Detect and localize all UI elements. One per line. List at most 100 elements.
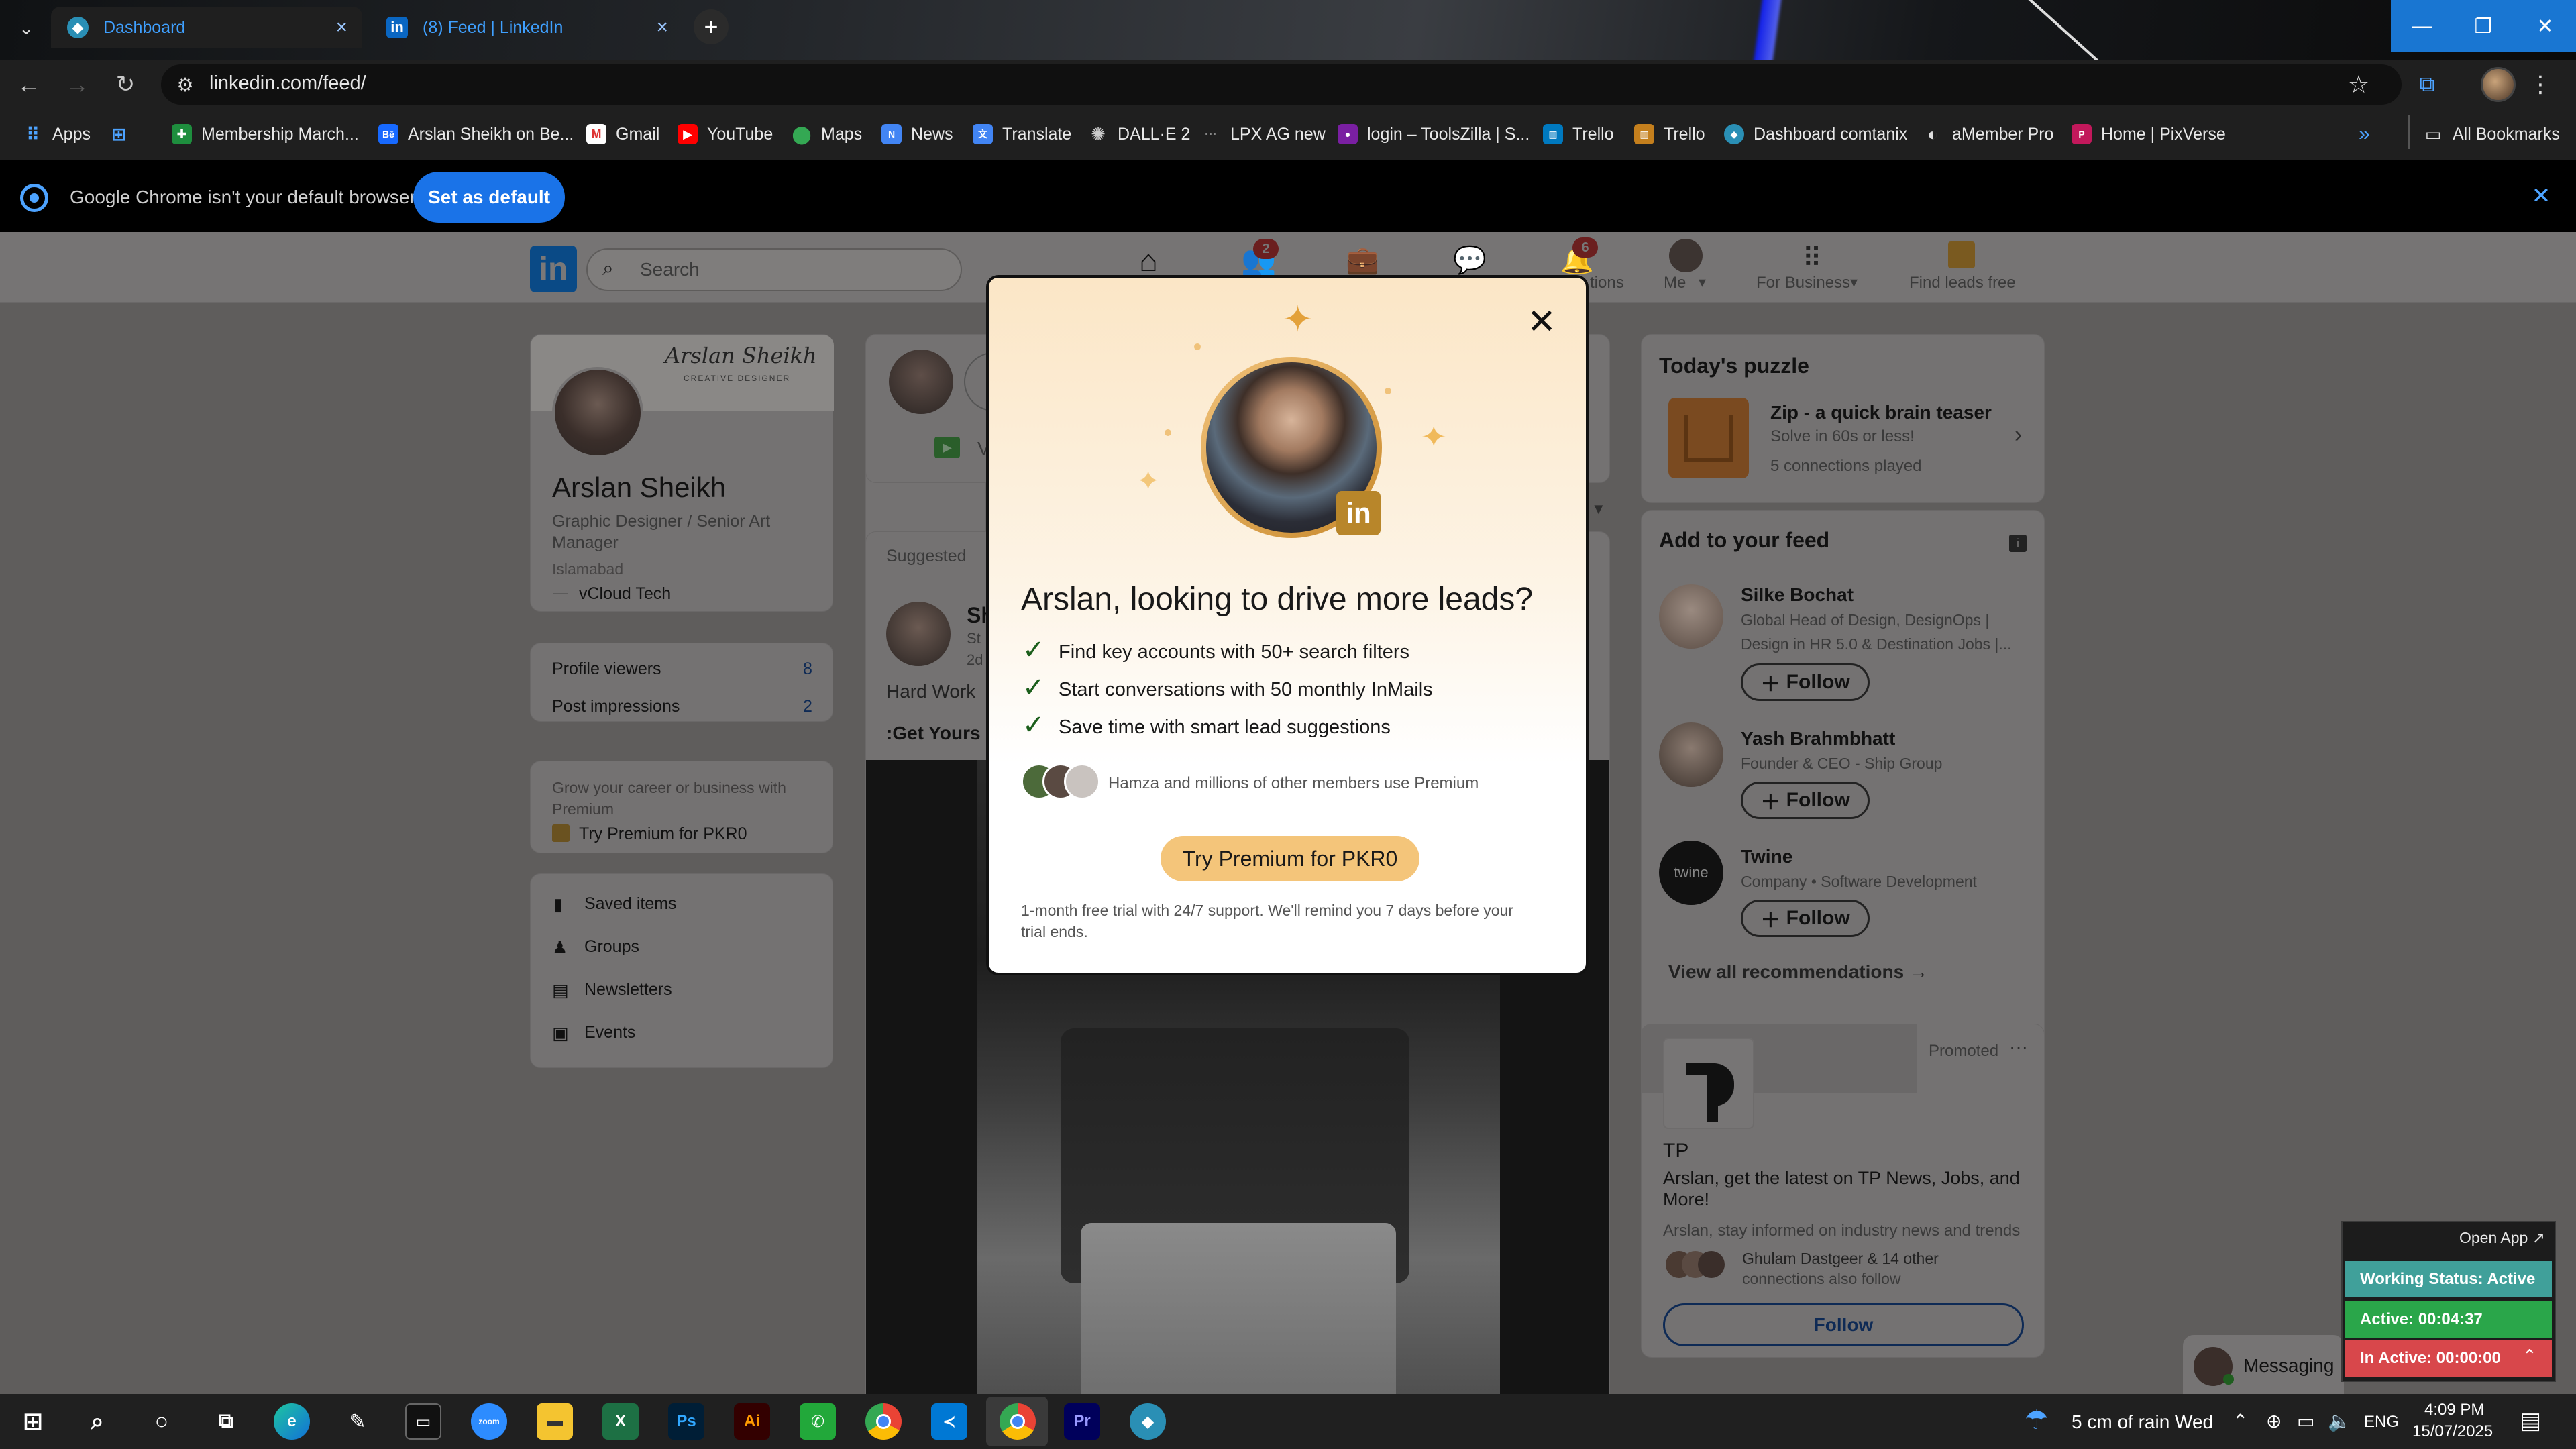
excel-icon[interactable]: X <box>602 1403 639 1440</box>
tp-logo[interactable] <box>1663 1038 1754 1129</box>
tab-search-dropdown-icon[interactable]: ⌄ <box>9 15 43 42</box>
post-impressions-label[interactable]: Post impressions <box>552 697 680 716</box>
task-view-icon[interactable]: ⧉ <box>208 1403 244 1440</box>
groups-link[interactable]: Groups <box>584 937 639 957</box>
chrome-icon[interactable] <box>865 1403 902 1440</box>
open-app-link[interactable]: Open App ↗ <box>2459 1229 2545 1247</box>
notification-center-icon[interactable]: ▤ <box>2520 1407 2541 1434</box>
puzzle-title[interactable]: Zip - a quick brain teaser <box>1770 402 1992 423</box>
site-info-icon[interactable]: ⚙ <box>173 72 197 97</box>
suggestion-name[interactable]: Twine <box>1741 846 1792 867</box>
saved-items-link[interactable]: Saved items <box>584 894 677 914</box>
bookmark-apps[interactable]: ⠿ Apps <box>23 121 91 148</box>
linkedin-logo[interactable]: in <box>530 246 577 292</box>
weather-text[interactable]: 5 cm of rain Wed <box>2072 1411 2213 1433</box>
promo-follow-button[interactable]: Follow <box>1663 1303 2024 1346</box>
set-as-default-button[interactable]: Set as default <box>413 172 565 223</box>
me-avatar[interactable] <box>1669 239 1703 272</box>
home-icon[interactable]: ⌂ <box>1131 243 1166 278</box>
suggestion-avatar[interactable] <box>1659 584 1723 649</box>
close-window-icon[interactable]: ✕ <box>2514 0 2576 52</box>
profile-avatar[interactable] <box>2481 67 2516 102</box>
suggestion-name[interactable]: Silke Bochat <box>1741 584 1854 606</box>
close-modal-icon[interactable]: ✕ <box>1523 303 1560 341</box>
url-text[interactable]: linkedin.com/feed/ <box>209 72 366 95</box>
bookmarks-overflow-icon[interactable]: » <box>2359 121 2370 148</box>
bookmark-14[interactable]: ◐ aMember Pro <box>1923 121 2053 148</box>
profile-name[interactable]: Arslan Sheikh <box>552 472 726 504</box>
puzzle-card[interactable]: Today's puzzle Zip - a quick brain tease… <box>1641 334 2045 503</box>
promoted-card[interactable]: Promoted ··· TP Arslan, get the latest o… <box>1641 1024 2045 1358</box>
bookmark-13[interactable]: ◆ Dashboard comtanix <box>1724 121 1907 148</box>
menu-kebab-icon[interactable]: ⋮ <box>2529 67 2552 102</box>
bookmark-3[interactable]: M Gmail <box>586 121 659 148</box>
tab-dashboard[interactable]: ◆ Dashboard × <box>51 7 362 48</box>
events-link[interactable]: Events <box>584 1023 635 1042</box>
tab-linkedin-feed[interactable]: in (8) Feed | LinkedIn × <box>370 7 683 48</box>
meet-now-icon[interactable]: ⊕ <box>2266 1410 2282 1432</box>
view-all-recommendations-link[interactable]: View all recommendations → <box>1668 961 1928 983</box>
network-icon[interactable]: ▭ <box>2297 1410 2314 1432</box>
reload-icon[interactable]: ↻ <box>109 67 142 102</box>
chevron-right-icon[interactable]: › <box>2015 422 2022 448</box>
minimize-icon[interactable]: — <box>2391 0 2453 52</box>
all-bookmarks[interactable]: ▭ All Bookmarks <box>2423 121 2560 148</box>
comtanix-icon[interactable]: ◆ <box>1130 1403 1166 1440</box>
sort-dropdown-icon[interactable]: ▼ <box>1591 500 1606 518</box>
find-leads-link[interactable]: Find leads free <box>1909 274 2016 292</box>
chevron-up-icon[interactable]: ⌃ <box>2522 1346 2537 1366</box>
premiere-icon[interactable]: Pr <box>1064 1403 1100 1440</box>
search-icon[interactable]: ⌕ <box>79 1403 115 1440</box>
profile-company[interactable]: vCloud Tech <box>579 584 671 604</box>
volume-icon[interactable]: 🔈 <box>2328 1410 2351 1432</box>
close-icon[interactable]: × <box>335 16 347 39</box>
terminal-icon[interactable]: ▭ <box>405 1403 441 1440</box>
bookmark-7[interactable]: 文 Translate <box>973 121 1071 148</box>
bookmark-2[interactable]: Bē Arslan Sheikh on Be... <box>378 121 574 148</box>
vscode-icon[interactable]: ≺ <box>931 1403 967 1440</box>
profile-viewers-label[interactable]: Profile viewers <box>552 659 661 679</box>
try-premium-button[interactable]: Try Premium for PKR0 <box>1161 836 1419 881</box>
chrome-active-icon[interactable] <box>1000 1403 1036 1440</box>
cortana-circle-icon[interactable]: ○ <box>144 1403 180 1440</box>
bookmark-6[interactable]: N News <box>881 121 953 148</box>
more-options-icon[interactable]: ··· <box>2009 1036 2028 1058</box>
grid-icon[interactable]: ⠿ <box>1795 241 1829 275</box>
restore-icon[interactable]: ❐ <box>2453 0 2514 52</box>
address-bar[interactable] <box>161 64 2402 105</box>
profile-card[interactable]: Arslan Sheikh CREATIVE DESIGNER Arslan S… <box>530 334 834 612</box>
bookmark-4[interactable]: ▶ YouTube <box>678 121 773 148</box>
pen-icon[interactable]: ✎ <box>339 1403 376 1440</box>
zoom-icon[interactable]: zoom <box>471 1403 507 1440</box>
close-icon[interactable]: × <box>656 16 668 39</box>
bookmark-10[interactable]: ● login – ToolsZilla | S... <box>1338 121 1529 148</box>
bookmark-11[interactable]: ▥ Trello <box>1543 121 1614 148</box>
newsletters-link[interactable]: Newsletters <box>584 980 672 1000</box>
info-icon[interactable]: i <box>2009 535 2027 552</box>
edge-icon[interactable]: e <box>274 1403 310 1440</box>
weather-rain-icon[interactable]: ☂ <box>2025 1405 2049 1436</box>
for-business-menu[interactable]: For Business <box>1756 274 1850 292</box>
close-infobar-icon[interactable]: ✕ <box>2528 182 2555 209</box>
language-indicator[interactable]: ENG <box>2364 1413 2399 1432</box>
windows-start-icon[interactable]: ⊞ <box>15 1403 51 1440</box>
promo-company[interactable]: TP <box>1663 1140 1688 1163</box>
suggestion-avatar[interactable] <box>1659 722 1723 787</box>
me-menu[interactable]: Me <box>1664 274 1686 292</box>
follow-button[interactable]: ＋ Follow <box>1741 663 1870 701</box>
bookmark-1[interactable]: ✚ Membership March... <box>172 121 359 148</box>
follow-button[interactable]: ＋ Follow <box>1741 782 1870 819</box>
twine-logo[interactable]: twine <box>1659 841 1723 905</box>
messaging-icon[interactable]: 💬 <box>1453 244 1489 279</box>
bookmark-9[interactable]: ··· LPX AG new <box>1201 121 1326 148</box>
follow-button[interactable]: ＋ Follow <box>1741 900 1870 937</box>
clock-date[interactable]: 15/07/2025 <box>2412 1422 2493 1441</box>
bookmark-5[interactable]: ⬤ Maps <box>792 121 862 148</box>
file-explorer-icon[interactable]: ▬ <box>537 1403 573 1440</box>
phone-icon[interactable]: ✆ <box>800 1403 836 1440</box>
bookmark-15[interactable]: P Home | PixVerse <box>2072 121 2226 148</box>
clock-time[interactable]: 4:09 PM <box>2424 1401 2484 1419</box>
jobs-icon[interactable]: 💼 <box>1346 244 1382 279</box>
new-tab-plus-icon[interactable]: + <box>694 9 729 44</box>
extensions-icon[interactable]: ⧉ <box>2411 68 2443 101</box>
